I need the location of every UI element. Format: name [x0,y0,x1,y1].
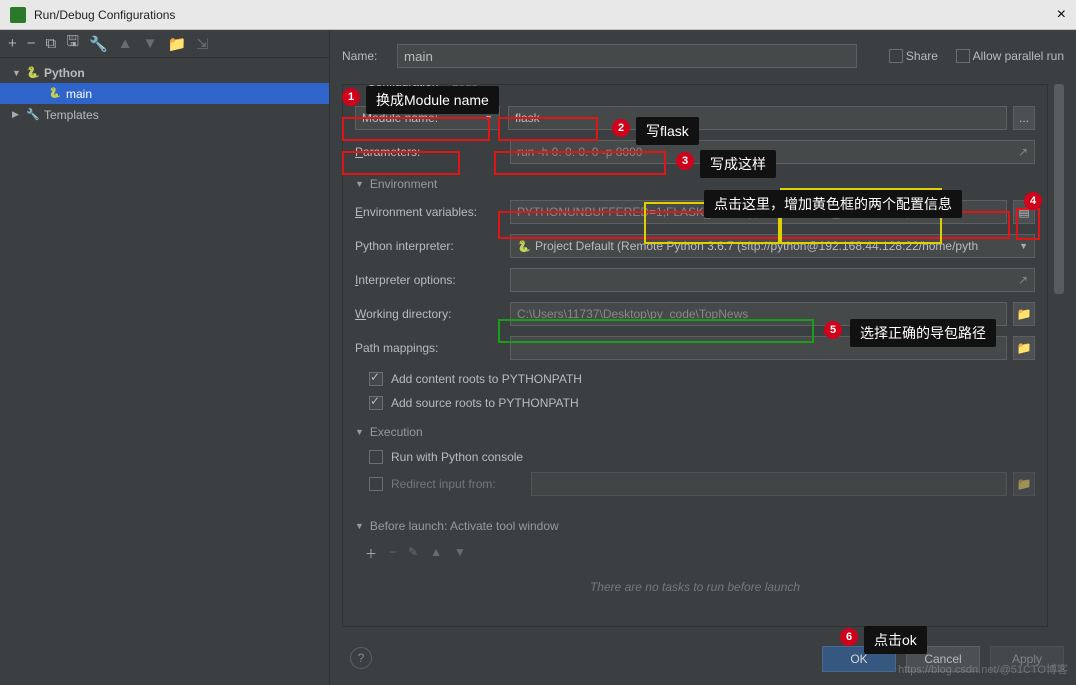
pathmap-label: Path mappings: [355,341,510,355]
sidebar-toolbar: + − ⧉ 🖫 🔧 ▲ ▼ 📁 ⇲ [0,30,329,58]
add-source-roots-label: Add source roots to PYTHONPATH [391,396,579,410]
tree-label: Python [44,66,85,80]
workdir-input[interactable]: C:\Users\11737\Desktop\py_code\TopNews [510,302,1007,326]
tab-configuration[interactable]: Configuration Logs [361,84,484,89]
down-icon[interactable]: ▼ [454,545,466,562]
pathmap-browse-button[interactable]: 📁 [1013,336,1035,360]
chevron-down-icon: ▼ [1019,241,1028,251]
chevron-down-icon[interactable]: ▼ [12,68,22,78]
interpreter-label: Python interpreter: [355,239,510,253]
down-icon[interactable]: ▼ [143,35,158,52]
main-panel: Name: Share Allow parallel run Configura… [330,30,1076,685]
tree-label: main [66,87,92,101]
tree-label: Templates [44,108,99,122]
tree-node-templates[interactable]: ▶ 🔧 Templates [0,104,329,125]
remove-icon[interactable]: − [27,35,36,52]
envvars-edit-button[interactable]: ▤ [1013,200,1035,224]
add-icon[interactable]: ＋ [365,545,377,562]
wrench-icon: 🔧 [26,108,40,122]
before-launch-section[interactable]: ▼Before launch: Activate tool window [355,519,1035,533]
interp-opts-input[interactable]: ↗ [510,268,1035,292]
chevron-right-icon[interactable]: ▶ [12,109,22,120]
scrollbar-thumb[interactable] [1054,84,1064,294]
window-title: Run/Debug Configurations [34,8,1057,22]
apply-button[interactable]: Apply [990,646,1064,672]
envvars-input[interactable]: PYTHONUNBUFFERED=1;FLASK_APP=app.main;FL… [510,200,1007,224]
config-panel: Configuration Logs Module name: ▼ flask … [342,84,1048,627]
module-name-label: Module name: [362,111,438,125]
up-icon[interactable]: ▲ [430,545,442,562]
help-button[interactable]: ? [350,647,372,669]
run-console-label: Run with Python console [391,450,523,464]
module-browse-button[interactable]: ... [1013,106,1035,130]
sidebar: + − ⧉ 🖫 🔧 ▲ ▼ 📁 ⇲ ▼ 🐍 Python 🐍 main ▶ 🔧 [0,30,330,685]
redirect-label: Redirect input from: [391,477,531,491]
add-icon[interactable]: + [8,35,17,52]
config-tree: ▼ 🐍 Python 🐍 main ▶ 🔧 Templates [0,58,329,129]
python-icon: 🐍 [48,87,62,101]
vertical-scrollbar[interactable] [1054,84,1064,627]
app-icon [10,7,26,23]
no-tasks-message: There are no tasks to run before launch [355,580,1035,594]
add-source-roots-checkbox[interactable] [369,396,383,410]
before-launch-toolbar: ＋ − ✎ ▲ ▼ [355,539,1035,562]
share-label: Share [906,49,938,63]
edit-icon[interactable]: ✎ [408,545,418,562]
envvars-label: Environment variables: [355,205,510,219]
redirect-input [531,472,1007,496]
folder-icon[interactable]: 📁 [167,35,186,53]
execution-section[interactable]: ▼Execution [355,425,1035,439]
allow-parallel-label: Allow parallel run [973,49,1064,63]
redirect-browse-button: 📁 [1013,472,1035,496]
dialog-footer: OK Cancel Apply [330,633,1076,685]
script-kind-dropdown[interactable]: Module name: ▼ [355,106,500,130]
add-content-roots-label: Add content roots to PYTHONPATH [391,372,582,386]
run-console-checkbox[interactable] [369,450,383,464]
add-content-roots-checkbox[interactable] [369,372,383,386]
tree-node-python[interactable]: ▼ 🐍 Python [0,62,329,83]
copy-icon[interactable]: ⧉ [46,35,57,52]
allow-parallel-checkbox[interactable]: Allow parallel run [956,49,1064,64]
environment-section[interactable]: ▼Environment [355,177,1035,191]
ok-button[interactable]: OK [822,646,896,672]
workdir-browse-button[interactable]: 📁 [1013,302,1035,326]
python-icon: 🐍 [517,239,531,253]
interpreter-dropdown[interactable]: 🐍 Project Default (Remote Python 3.6.7 (… [510,234,1035,258]
redirect-checkbox[interactable] [369,477,383,491]
expand-icon[interactable]: ↗ [1018,273,1028,287]
collapse-icon[interactable]: ⇲ [196,35,209,53]
up-icon[interactable]: ▲ [118,35,133,52]
remove-icon[interactable]: − [389,545,396,562]
expand-icon[interactable]: ↗ [1018,145,1028,159]
interp-opts-label: Interpreter options: [355,273,510,287]
titlebar: Run/Debug Configurations × [0,0,1076,30]
workdir-label: Working directory: [355,307,510,321]
parameters-input[interactable]: run -h 0. 0. 0. 0 -p 8000 ↗ [510,140,1035,164]
cancel-button[interactable]: Cancel [906,646,980,672]
name-label: Name: [342,49,397,63]
name-input[interactable] [397,44,857,68]
close-icon[interactable]: × [1057,6,1066,24]
parameters-label: PParameters:arameters: [355,145,510,159]
python-icon: 🐍 [26,66,40,80]
wrench-icon[interactable]: 🔧 [89,35,108,53]
tab-logs[interactable]: Logs [452,84,478,89]
pathmap-input[interactable] [510,336,1007,360]
save-icon[interactable]: 🖫 [66,31,79,56]
share-checkbox[interactable]: Share [889,49,938,64]
module-name-input[interactable]: flask [508,106,1007,130]
tree-node-main[interactable]: 🐍 main [0,83,329,104]
chevron-down-icon: ▼ [484,113,493,123]
